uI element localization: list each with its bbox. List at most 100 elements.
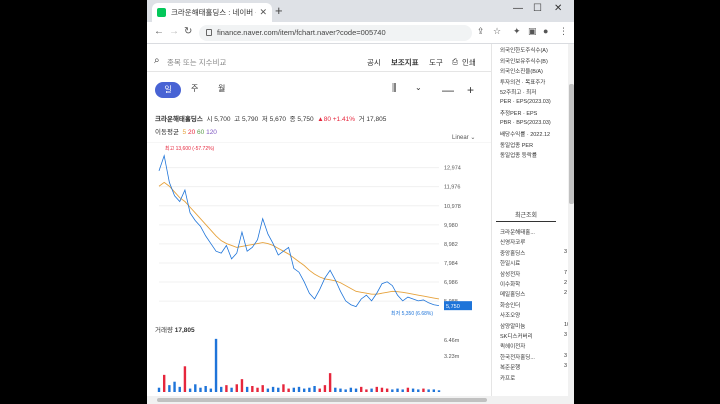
period-daily[interactable]: 일	[155, 82, 181, 98]
recent-item[interactable]: 복준문행	[500, 363, 520, 371]
new-tab-icon[interactable]: +	[275, 4, 283, 18]
lock-icon	[206, 29, 212, 36]
volume-bar	[375, 386, 378, 392]
recent-item[interactable]: 중앙홀딩스	[500, 249, 525, 257]
high-value: 5,790	[241, 116, 259, 123]
scale-mode[interactable]: Linear ⌄	[452, 134, 475, 141]
volume-bar	[225, 385, 228, 392]
recent-item[interactable]: 사조오양	[500, 311, 520, 319]
volume-bar	[370, 388, 373, 392]
volume-bar	[194, 384, 197, 392]
volume-tick-label: 3.23m	[444, 354, 460, 360]
volume-bar	[308, 387, 311, 392]
stock-search-bar[interactable]: ⌕ 종목 또는 지수비교 공시 보조지표 도구 ⎙ 인쇄	[147, 50, 491, 72]
chevron-down-icon[interactable]: ⌄	[415, 83, 422, 92]
volume-bar	[401, 389, 404, 392]
extensions-icon[interactable]: ✦	[513, 26, 521, 37]
close-window-icon[interactable]: ✕	[554, 3, 562, 14]
moving-average-legend[interactable]: 이동평균 5 20 60 120	[155, 126, 217, 136]
volume-bar	[385, 388, 389, 392]
volume-bar	[318, 388, 321, 392]
recent-item[interactable]: 퀵헤이전자	[500, 342, 525, 350]
volume-title-text: 거래량	[155, 327, 173, 334]
horizontal-scroll-thumb[interactable]	[157, 398, 487, 402]
menu-indicators[interactable]: 보조지표	[391, 57, 419, 68]
volume-tick-label: 6.46m	[444, 338, 460, 344]
bookmark-star-icon[interactable]: ☆	[493, 26, 501, 37]
ma-20: 20	[187, 129, 196, 136]
open-label: 시	[206, 116, 213, 123]
close-label: 종	[289, 116, 296, 123]
recent-item[interactable]: 한국전자홀딩...	[500, 353, 535, 361]
browser-window: 크라운해태홀딩스 : 네이버 증권 ✕ + — ☐ ✕ ← → ↻ financ…	[147, 0, 574, 404]
sidebar-icon[interactable]: ▣	[528, 26, 537, 37]
recent-item[interactable]: 메일홀딩스	[500, 290, 525, 298]
volume-bar	[230, 387, 233, 392]
recent-item[interactable]: 한일시료	[500, 259, 520, 267]
menu-tools[interactable]: 도구	[429, 57, 443, 68]
close-tab-icon[interactable]: ✕	[259, 7, 267, 18]
y-tick-label: 6,986	[444, 280, 458, 286]
url-bar[interactable]: finance.naver.com/item/fchart.naver?code…	[199, 25, 472, 41]
menu-kebab-icon[interactable]: ⋮	[559, 26, 568, 37]
close-value: 5,750	[297, 116, 314, 123]
ma-60: 60	[197, 129, 205, 136]
summary-row: 52주최고 · 최저	[500, 90, 537, 96]
print-icon[interactable]: ⎙	[452, 57, 458, 67]
menu-disclosure[interactable]: 공시	[367, 57, 381, 68]
recent-item[interactable]: 삼성전자	[500, 270, 520, 278]
period-monthly[interactable]: 월	[218, 83, 225, 94]
back-icon[interactable]: ←	[154, 26, 164, 37]
profile-avatar-icon[interactable]: ●	[543, 26, 548, 36]
side-scrollbar[interactable]	[568, 44, 574, 404]
scale-mode-label: Linear	[452, 135, 469, 141]
tab-strip: 크라운해태홀딩스 : 네이버 증권 ✕ + — ☐ ✕	[147, 0, 574, 22]
period-weekly[interactable]: 주	[191, 83, 198, 94]
horizontal-scrollbar[interactable]	[147, 396, 574, 404]
recent-item[interactable]: 카프로	[500, 374, 515, 382]
tab-recent[interactable]: 최근조회	[496, 210, 556, 222]
volume-bar	[328, 373, 332, 392]
recent-item[interactable]: 크라운해태홀...	[500, 228, 535, 236]
menu-print[interactable]: 인쇄	[462, 57, 476, 68]
candle-type-icon[interactable]: ⫼	[392, 83, 397, 94]
recent-item[interactable]: 이수화학	[500, 280, 520, 288]
volume-bar	[209, 388, 213, 392]
tab-title: 크라운해태홀딩스 : 네이버 증권	[171, 8, 256, 17]
summary-row: 외국인보유주식수(B)	[500, 58, 548, 65]
volume-bar	[204, 386, 207, 392]
volume-bar	[297, 386, 301, 392]
browser-tab[interactable]: 크라운해태홀딩스 : 네이버 증권 ✕	[152, 3, 272, 22]
share-icon[interactable]: ⇪	[477, 26, 485, 37]
price-chart[interactable]: 12,974 11,976 10,978 9,980 8,982 7,984 6,986 5,…	[147, 142, 491, 400]
volume-bar	[427, 389, 430, 392]
forward-icon[interactable]: →	[169, 26, 179, 37]
recent-item[interactable]: SK디스커버리	[500, 332, 533, 340]
reload-icon[interactable]: ↻	[184, 26, 192, 37]
volume-bar	[396, 388, 399, 392]
y-tick-label: 10,978	[444, 204, 461, 210]
change-value: ▲80	[317, 116, 331, 123]
zoom-in-icon[interactable]: +	[467, 83, 474, 97]
recent-item[interactable]: 화승인더	[500, 301, 520, 309]
volume-label: 거	[358, 116, 365, 123]
zoom-out-icon[interactable]: —	[442, 83, 454, 97]
low-value: 5,670	[269, 116, 286, 123]
minimize-icon[interactable]: —	[513, 3, 523, 14]
recent-item[interactable]: 삼양알미늄	[500, 322, 525, 330]
volume-bar	[406, 387, 410, 392]
recent-item[interactable]: 신영자코루	[500, 238, 525, 246]
volume-bar	[339, 388, 342, 392]
volume-bar	[235, 384, 238, 392]
period-selector: 일 주 월 ⫼ ⌄ — +	[147, 79, 491, 101]
side-panel: 외국인한도주식수(A) 외국인보유주식수(B) 외국인소진율(B/A) 투자의견 · …	[491, 44, 574, 404]
volume-bar	[411, 388, 415, 392]
side-scroll-thumb[interactable]	[569, 84, 574, 204]
volume-bar	[240, 379, 244, 392]
volume-bar	[391, 389, 394, 392]
volume-bar	[282, 384, 285, 392]
volume-bar	[277, 387, 280, 392]
volume-bar	[214, 338, 218, 392]
volume-bar	[199, 387, 202, 392]
maximize-icon[interactable]: ☐	[533, 3, 542, 14]
